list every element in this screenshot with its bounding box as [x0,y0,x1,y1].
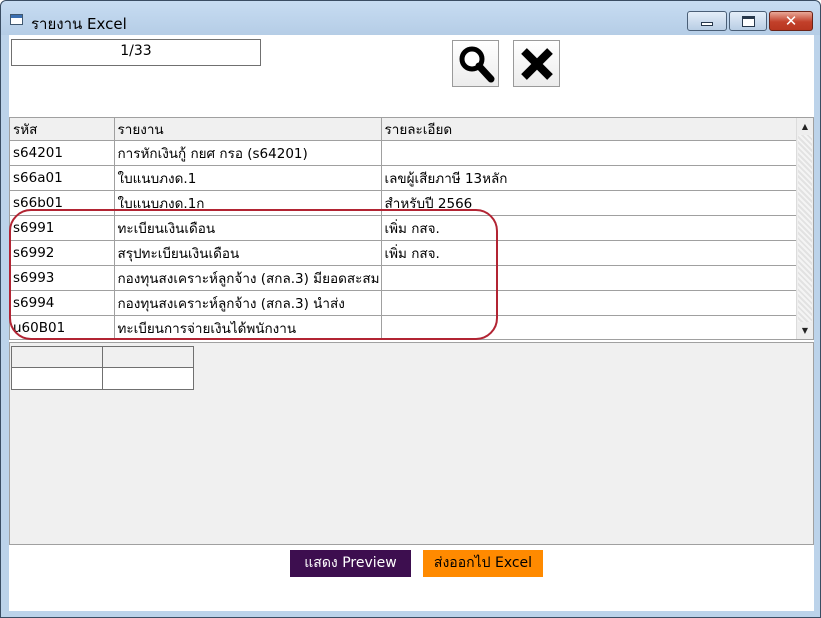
cell-detail[interactable] [381,290,799,316]
empty-grid-cell[interactable] [11,367,103,390]
cell-report[interactable]: ใบแนบภงด.1ก [114,190,382,216]
cell-detail[interactable] [381,315,799,339]
minimize-icon [701,22,713,26]
x-mark-icon [520,47,553,80]
preview-button[interactable]: แสดง Preview [290,550,411,577]
column-header-code[interactable]: รหัส [10,118,115,141]
cell-code[interactable]: s6993 [10,265,115,291]
cell-report[interactable]: ทะเบียนการจ่ายเงินได้พนักงาน [114,315,382,339]
cell-detail[interactable]: เพิ่ม กสจ. [381,240,799,266]
cell-detail[interactable] [381,140,799,166]
cell-detail[interactable]: เพิ่ม กสจ. [381,215,799,241]
vertical-scrollbar[interactable]: ▲ ▼ [796,118,813,339]
cell-report[interactable]: ทะเบียนเงินเดือน [114,215,382,241]
report-table: รหัส รายงาน รายละเอียด s64201 การหักเงิน… [10,118,799,339]
title-bar[interactable]: รายงาน Excel ✕ [1,1,820,35]
table-row[interactable]: s66a01 ใบแนบภงด.1 เลขผู้เสียภาษี 13หลัก [10,165,799,191]
table-header-row: รหัส รายงาน รายละเอียด [10,118,799,141]
close-window-button[interactable]: ✕ [769,11,813,31]
cell-code[interactable]: s6994 [10,290,115,316]
empty-grid-cell [102,346,194,368]
close-icon: ✕ [784,11,798,30]
cell-report[interactable]: กองทุนสงเคราะห์ลูกจ้าง (สกล.3) นำส่ง [114,290,382,316]
client-area: 1/33 รหัส รายงาน รายละเอียด s64201 การหั… [9,35,814,611]
table-row[interactable]: s6992 สรุปทะเบียนเงินเดือน เพิ่ม กสจ. [10,240,799,266]
table-row[interactable]: s66b01 ใบแนบภงด.1ก สำหรับปี 2566 [10,190,799,216]
cell-code[interactable]: s66b01 [10,190,115,216]
cell-code[interactable]: s6991 [10,215,115,241]
cell-detail[interactable] [381,265,799,291]
cell-code[interactable]: s66a01 [10,165,115,191]
cell-report[interactable]: กองทุนสงเคราะห์ลูกจ้าง (สกล.3) มียอดสะสม [114,265,382,291]
cell-detail[interactable]: เลขผู้เสียภาษี 13หลัก [381,165,799,191]
search-button[interactable] [452,40,499,87]
cell-detail[interactable]: สำหรับปี 2566 [381,190,799,216]
scroll-down-arrow-icon[interactable]: ▼ [797,322,813,339]
cancel-button[interactable] [513,40,560,87]
scroll-up-arrow-icon[interactable]: ▲ [797,118,813,135]
lower-panel [9,342,814,545]
table-row[interactable]: s6994 กองทุนสงเคราะห์ลูกจ้าง (สกล.3) นำส… [10,290,799,316]
page-indicator: 1/33 [11,39,261,66]
table-row[interactable]: s6993 กองทุนสงเคราะห์ลูกจ้าง (สกล.3) มีย… [10,265,799,291]
empty-grid-cell[interactable] [102,367,194,390]
export-excel-button[interactable]: ส่งออกไป Excel [423,550,543,577]
table-row[interactable]: u60B01 ทะเบียนการจ่ายเงินได้พนักงาน [10,315,799,339]
empty-grid [11,346,194,390]
scroll-track[interactable] [798,135,812,322]
maximize-icon [741,15,755,27]
cell-code[interactable]: u60B01 [10,315,115,339]
report-window: รายงาน Excel ✕ 1/33 รหัส รายงาน รายละเอี… [0,0,821,618]
magnifier-icon [459,46,494,82]
column-header-detail[interactable]: รายละเอียด [381,118,799,141]
maximize-button[interactable] [729,11,767,31]
window-title: รายงาน Excel [31,15,127,33]
column-header-report[interactable]: รายงาน [114,118,382,141]
cell-report[interactable]: สรุปทะเบียนเงินเดือน [114,240,382,266]
cell-code[interactable]: s6992 [10,240,115,266]
cell-report[interactable]: การหักเงินกู้ กยศ กรอ (s64201) [114,140,382,166]
app-icon [10,14,23,25]
empty-grid-cell [11,346,103,368]
minimize-button[interactable] [687,11,727,31]
report-grid: รหัส รายงาน รายละเอียด s64201 การหักเงิน… [9,117,814,340]
table-row[interactable]: s6991 ทะเบียนเงินเดือน เพิ่ม กสจ. [10,215,799,241]
table-row[interactable]: s64201 การหักเงินกู้ กยศ กรอ (s64201) [10,140,799,166]
cell-report[interactable]: ใบแนบภงด.1 [114,165,382,191]
cell-code[interactable]: s64201 [10,140,115,166]
